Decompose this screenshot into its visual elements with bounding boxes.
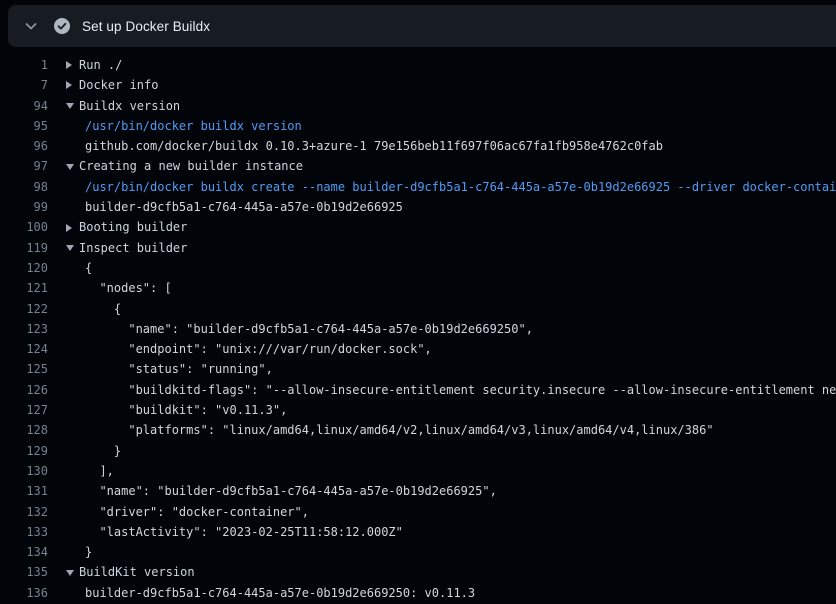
log-line: 131 "name": "builder-d9cfb5a1-c764-445a-… <box>0 481 836 501</box>
log-text: "lastActivity": "2023-02-25T11:58:12.000… <box>85 522 403 542</box>
log-line[interactable]: 135 BuildKit version <box>0 562 836 582</box>
chevron-right-icon[interactable] <box>66 224 79 232</box>
line-number[interactable]: 135 <box>0 562 48 582</box>
log-text: Buildx version <box>79 96 180 116</box>
log-line[interactable]: 94 Buildx version <box>0 96 836 116</box>
line-number[interactable]: 95 <box>0 116 48 136</box>
log-text: } <box>85 542 92 562</box>
line-number[interactable]: 119 <box>0 238 48 258</box>
log-text: "buildkitd-flags": "--allow-insecure-ent… <box>85 380 836 400</box>
line-number[interactable]: 7 <box>0 75 48 95</box>
line-number[interactable]: 1 <box>0 55 48 75</box>
log-line: 136 builder-d9cfb5a1-c764-445a-a57e-0b19… <box>0 583 836 603</box>
line-number[interactable]: 132 <box>0 502 48 522</box>
log-line: 128 "platforms": "linux/amd64,linux/amd6… <box>0 420 836 440</box>
log-line: 120 { <box>0 258 836 278</box>
log-line: 134 } <box>0 542 836 562</box>
log-line: 123 "name": "builder-d9cfb5a1-c764-445a-… <box>0 319 836 339</box>
line-number[interactable]: 125 <box>0 359 48 379</box>
line-number[interactable]: 99 <box>0 197 48 217</box>
log-line[interactable]: 100 Booting builder <box>0 217 836 237</box>
log-line: 124 "endpoint": "unix:///var/run/docker.… <box>0 339 836 359</box>
log-line[interactable]: 1 Run ./ <box>0 55 836 75</box>
line-number[interactable]: 120 <box>0 258 48 278</box>
step-title: Set up Docker Buildx <box>82 19 210 34</box>
log-line: 132 "driver": "docker-container", <box>0 502 836 522</box>
line-number[interactable]: 123 <box>0 319 48 339</box>
log-text: github.com/docker/buildx 0.10.3+azure-1 … <box>85 136 663 156</box>
log-text: /usr/bin/docker buildx version <box>85 116 302 136</box>
log-line: 95 /usr/bin/docker buildx version <box>0 116 836 136</box>
log-line[interactable]: 97 Creating a new builder instance <box>0 156 836 176</box>
step-header[interactable]: Set up Docker Buildx <box>8 5 836 47</box>
chevron-right-icon[interactable] <box>66 61 79 69</box>
log-text: builder-d9cfb5a1-c764-445a-a57e-0b19d2e6… <box>85 197 403 217</box>
log-line[interactable]: 7 Docker info <box>0 75 836 95</box>
line-number[interactable]: 96 <box>0 136 48 156</box>
log-line: 130 ], <box>0 461 836 481</box>
log-text: "platforms": "linux/amd64,linux/amd64/v2… <box>85 420 714 440</box>
log-text: Creating a new builder instance <box>79 156 303 176</box>
log-text: Docker info <box>79 75 158 95</box>
chevron-down-icon[interactable] <box>66 245 79 251</box>
line-number[interactable]: 130 <box>0 461 48 481</box>
chevron-down-icon <box>23 18 39 34</box>
log-text: "nodes": [ <box>85 278 172 298</box>
log-text: "buildkit": "v0.11.3", <box>85 400 287 420</box>
log-text: { <box>85 258 92 278</box>
line-number[interactable]: 134 <box>0 542 48 562</box>
line-number[interactable]: 124 <box>0 339 48 359</box>
line-number[interactable]: 127 <box>0 400 48 420</box>
log-text: builder-d9cfb5a1-c764-445a-a57e-0b19d2e6… <box>85 583 475 603</box>
collapse-step-button[interactable] <box>20 15 42 37</box>
log-line: 98 /usr/bin/docker buildx create --name … <box>0 177 836 197</box>
chevron-down-icon[interactable] <box>66 103 79 109</box>
chevron-right-icon[interactable] <box>66 81 79 89</box>
log-text: /usr/bin/docker buildx create --name bui… <box>85 177 836 197</box>
log-line: 121 "nodes": [ <box>0 278 836 298</box>
line-number[interactable]: 128 <box>0 420 48 440</box>
log-line: 99 builder-d9cfb5a1-c764-445a-a57e-0b19d… <box>0 197 836 217</box>
line-number[interactable]: 126 <box>0 380 48 400</box>
step-success-check-icon <box>54 18 70 34</box>
log-text: "driver": "docker-container", <box>85 502 309 522</box>
log-text: { <box>85 299 121 319</box>
log-line: 133 "lastActivity": "2023-02-25T11:58:12… <box>0 522 836 542</box>
line-number[interactable]: 133 <box>0 522 48 542</box>
log-line: 129 } <box>0 441 836 461</box>
line-number[interactable]: 131 <box>0 481 48 501</box>
log-text: "status": "running", <box>85 359 273 379</box>
log-line: 122 { <box>0 299 836 319</box>
line-number[interactable]: 100 <box>0 217 48 237</box>
line-number[interactable]: 136 <box>0 583 48 603</box>
log-text: ], <box>85 461 114 481</box>
log-line: 126 "buildkitd-flags": "--allow-insecure… <box>0 380 836 400</box>
chevron-down-icon[interactable] <box>66 570 79 576</box>
log-text: Booting builder <box>79 217 187 237</box>
log-text: Run ./ <box>79 55 122 75</box>
line-number[interactable]: 97 <box>0 156 48 176</box>
log-line[interactable]: 119 Inspect builder <box>0 238 836 258</box>
chevron-down-icon[interactable] <box>66 164 79 170</box>
line-number[interactable]: 129 <box>0 441 48 461</box>
log-line: 127 "buildkit": "v0.11.3", <box>0 400 836 420</box>
log-text: } <box>85 441 121 461</box>
log-line: 125 "status": "running", <box>0 359 836 379</box>
log-text: "name": "builder-d9cfb5a1-c764-445a-a57e… <box>85 481 497 501</box>
log-line: 96 github.com/docker/buildx 0.10.3+azure… <box>0 136 836 156</box>
log-area: 1 Run ./ 7 Docker info 94 Buildx version… <box>0 47 836 604</box>
log-text: "name": "builder-d9cfb5a1-c764-445a-a57e… <box>85 319 533 339</box>
log-text: "endpoint": "unix:///var/run/docker.sock… <box>85 339 432 359</box>
log-text: Inspect builder <box>79 238 187 258</box>
line-number[interactable]: 98 <box>0 177 48 197</box>
line-number[interactable]: 94 <box>0 96 48 116</box>
line-number[interactable]: 121 <box>0 278 48 298</box>
log-text: BuildKit version <box>79 562 195 582</box>
line-number[interactable]: 122 <box>0 299 48 319</box>
